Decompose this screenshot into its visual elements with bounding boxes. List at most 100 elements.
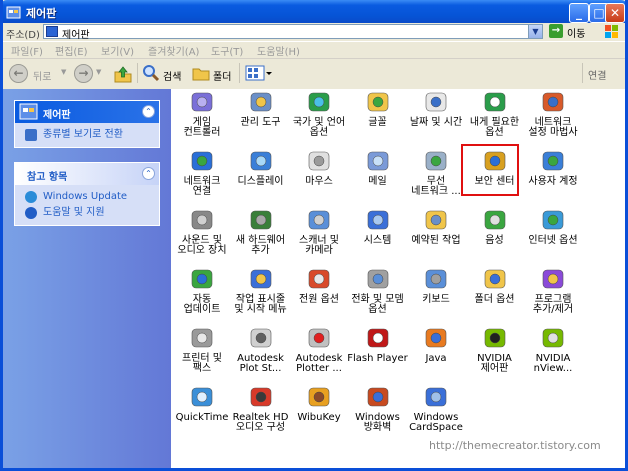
address-input[interactable]: 제어판 ▼ <box>43 24 543 41</box>
globe-icon <box>307 90 331 114</box>
search-button[interactable]: 검색 <box>142 64 188 84</box>
item-label: Java <box>425 353 447 364</box>
control-panel-item[interactable]: 무선 네트워크 ... <box>407 149 465 205</box>
item-label: 프로그램 추가/제거 <box>532 294 574 315</box>
control-panel-item[interactable]: NVIDIA 제어판 <box>466 326 524 382</box>
admin-tools-icon <box>249 90 273 114</box>
help-support-link[interactable]: 도움말 및 지원 <box>15 205 159 221</box>
item-label: Autodesk Plot St... <box>237 353 284 374</box>
control-panel-item[interactable]: 전화 및 모뎀 옵션 <box>349 267 407 323</box>
switch-category-view-link[interactable]: 종류별 보기로 전환 <box>15 127 159 143</box>
power-options-icon <box>307 267 331 291</box>
control-panel-box-header[interactable]: 제어판 ⌃ <box>15 101 159 123</box>
item-label: 게임 컨트롤러 <box>183 117 221 138</box>
back-button[interactable]: ← 뒤로 ▼ <box>9 64 69 84</box>
control-panel-item[interactable]: 새 하드웨어 추가 <box>232 208 290 264</box>
item-label: 전원 옵션 <box>299 294 339 305</box>
control-panel-item[interactable]: 디스플레이 <box>232 149 290 205</box>
control-panel-item[interactable]: 관리 도구 <box>232 90 290 146</box>
control-panel-item[interactable]: 게임 컨트롤러 <box>173 90 231 146</box>
up-folder-button[interactable] <box>113 64 133 84</box>
menu-favorites[interactable]: 즐겨찾기(A) <box>148 43 199 58</box>
control-panel-item[interactable]: 프린터 및 팩스 <box>173 326 231 382</box>
control-panel-item[interactable]: 시스템 <box>349 208 407 264</box>
forward-button[interactable]: → ▼ <box>74 64 104 84</box>
control-panel-item[interactable]: 음성 <box>466 208 524 264</box>
control-panel-item[interactable]: WibuKey <box>290 385 348 441</box>
control-panel-item[interactable]: Java <box>407 326 465 382</box>
control-panel-item[interactable]: 예약된 작업 <box>407 208 465 264</box>
realtek-audio-icon <box>249 385 273 409</box>
toolbar-separator <box>137 63 138 83</box>
control-panel-item[interactable]: 프로그램 추가/제거 <box>524 267 582 323</box>
security-center-highlight <box>461 144 519 196</box>
links-label[interactable]: 연결 <box>588 67 606 82</box>
control-panel-item[interactable]: 메일 <box>349 149 407 205</box>
forward-arrow-icon: → <box>74 64 93 83</box>
control-panel-item[interactable]: Autodesk Plotter ... <box>290 326 348 382</box>
control-panel-item[interactable]: Flash Player <box>347 326 408 382</box>
control-panel-item[interactable]: 사운드 및 오디오 장치 <box>173 208 231 264</box>
control-panel-item[interactable]: 네트워크 연결 <box>173 149 231 205</box>
control-panel-item[interactable]: 자동 업데이트 <box>173 267 231 323</box>
collapse-icon[interactable]: ⌃ <box>142 105 155 118</box>
menu-help[interactable]: 도움말(H) <box>257 43 300 58</box>
autodesk-plotter-icon <box>307 326 331 350</box>
chevron-down-icon[interactable]: ▼ <box>528 25 542 38</box>
control-panel-item[interactable]: 네트워크 설정 마법사 <box>524 90 582 146</box>
close-button[interactable]: ✕ <box>605 3 625 23</box>
control-panel-item[interactable]: Windows 방화벽 <box>349 385 407 441</box>
go-button[interactable]: → 이동 <box>549 24 593 40</box>
minimize-button[interactable]: _ <box>569 3 589 23</box>
control-panel-item[interactable]: 국가 및 언어 옵션 <box>290 90 348 146</box>
item-label: 관리 도구 <box>240 117 281 128</box>
chevron-down-icon[interactable]: ▼ <box>96 68 101 76</box>
windows-update-label: Windows Update <box>43 191 128 202</box>
folders-button[interactable]: 폴더 <box>192 64 236 84</box>
menu-tools[interactable]: 도구(T) <box>211 43 243 58</box>
control-panel-item[interactable]: Realtek HD 오디오 구성 <box>232 385 290 441</box>
internet-options-icon <box>541 208 565 232</box>
control-panel-item[interactable]: 글꼴 <box>349 90 407 146</box>
collapse-icon[interactable]: ⌃ <box>142 167 155 180</box>
windows-update-link[interactable]: Windows Update <box>15 189 159 205</box>
control-panel-item[interactable]: 작업 표시줄 및 시작 메뉴 <box>232 267 290 323</box>
see-also-header[interactable]: 참고 항목 ⌃ <box>15 163 159 185</box>
speech-icon <box>483 208 507 232</box>
views-button[interactable] <box>245 64 273 84</box>
menu-view[interactable]: 보기(V) <box>101 43 134 58</box>
item-label: 프린터 및 팩스 <box>182 353 222 374</box>
control-panel-item[interactable]: Autodesk Plot St... <box>232 326 290 382</box>
control-panel-item[interactable]: 사용자 계정 <box>524 149 582 205</box>
control-panel-item[interactable]: NVIDIA nView... <box>524 326 582 382</box>
window-title: 제어판 <box>26 7 57 20</box>
help-support-label: 도움말 및 지원 <box>43 207 105 218</box>
item-label: 폴더 옵션 <box>474 294 515 305</box>
item-label: 사운드 및 오디오 장치 <box>177 235 227 256</box>
menu-file[interactable]: 파일(F) <box>11 43 43 58</box>
folder-options-icon <box>483 267 507 291</box>
control-panel-item[interactable]: 스캐너 및 카메라 <box>290 208 348 264</box>
control-panel-item[interactable]: 전원 옵션 <box>290 267 348 323</box>
control-panel-item[interactable]: 날짜 및 시간 <box>407 90 465 146</box>
address-bar: 주소(D) 제어판 ▼ → 이동 <box>3 23 625 41</box>
control-panel-item[interactable]: QuickTime <box>173 385 231 441</box>
control-panel-item[interactable]: 인터넷 옵션 <box>524 208 582 264</box>
control-panel-item[interactable]: Windows CardSpace <box>407 385 465 441</box>
taskbar-icon <box>249 267 273 291</box>
item-label: 마우스 <box>305 176 333 187</box>
control-panel-item[interactable]: 내게 필요한 옵션 <box>466 90 524 146</box>
chevron-down-icon[interactable]: ▼ <box>61 68 66 76</box>
control-panel-item[interactable]: 마우스 <box>290 149 348 205</box>
game-controller-icon <box>190 90 214 114</box>
control-panel-item[interactable]: 키보드 <box>407 267 465 323</box>
item-label: Realtek HD 오디오 구성 <box>232 412 289 433</box>
control-panel-box-title: 제어판 <box>43 110 71 121</box>
item-label: 키보드 <box>422 294 450 305</box>
item-label: 사용자 계정 <box>528 176 578 187</box>
menu-edit[interactable]: 편집(E) <box>55 43 88 58</box>
category-view-icon <box>25 129 37 141</box>
control-panel-item[interactable]: 폴더 옵션 <box>466 267 524 323</box>
item-label: 글꼴 <box>368 117 387 128</box>
control-panel-icon <box>19 103 38 120</box>
